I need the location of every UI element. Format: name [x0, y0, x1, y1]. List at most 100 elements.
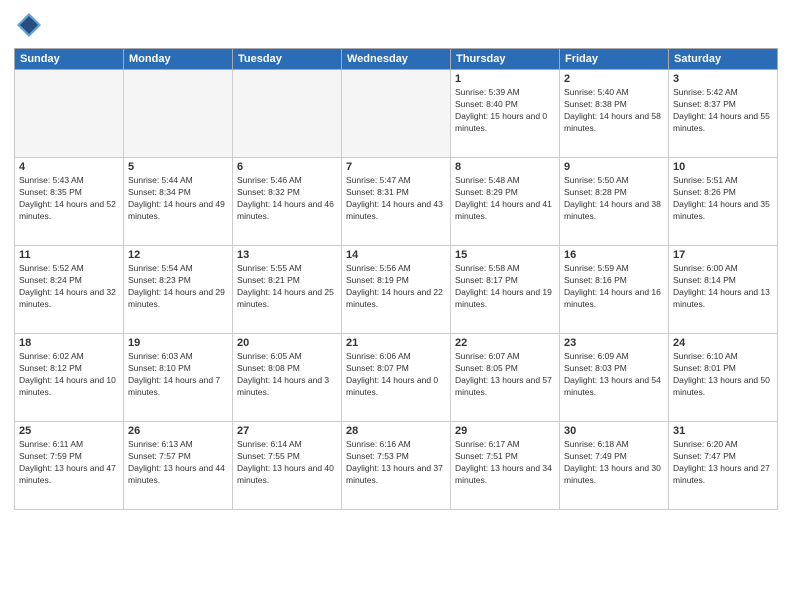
day-number: 19 — [128, 337, 228, 349]
day-info: Sunrise: 5:56 AMSunset: 8:19 PMDaylight:… — [346, 263, 446, 311]
week-row-3: 11 Sunrise: 5:52 AMSunset: 8:24 PMDayligh… — [15, 246, 778, 334]
calendar-cell: 27 Sunrise: 6:14 AMSunset: 7:55 PMDayligh… — [233, 422, 342, 510]
logo-icon — [14, 10, 44, 40]
day-info: Sunrise: 6:14 AMSunset: 7:55 PMDaylight:… — [237, 439, 337, 487]
header — [14, 10, 778, 40]
day-info: Sunrise: 6:17 AMSunset: 7:51 PMDaylight:… — [455, 439, 555, 487]
day-number: 23 — [564, 337, 664, 349]
day-number: 30 — [564, 425, 664, 437]
day-number: 27 — [237, 425, 337, 437]
calendar-cell: 30 Sunrise: 6:18 AMSunset: 7:49 PMDayligh… — [560, 422, 669, 510]
day-number: 2 — [564, 73, 664, 85]
calendar-cell: 24 Sunrise: 6:10 AMSunset: 8:01 PMDayligh… — [669, 334, 778, 422]
day-info: Sunrise: 5:55 AMSunset: 8:21 PMDaylight:… — [237, 263, 337, 311]
day-info: Sunrise: 6:06 AMSunset: 8:07 PMDaylight:… — [346, 351, 446, 399]
calendar-cell: 14 Sunrise: 5:56 AMSunset: 8:19 PMDayligh… — [342, 246, 451, 334]
calendar-cell: 4Sunrise: 5:43 AMSunset: 8:35 PMDaylight… — [15, 158, 124, 246]
day-number: 21 — [346, 337, 446, 349]
calendar-cell: 17 Sunrise: 6:00 AMSunset: 8:14 PMDayligh… — [669, 246, 778, 334]
day-info: Sunrise: 5:59 AMSunset: 8:16 PMDaylight:… — [564, 263, 664, 311]
day-number: 15 — [455, 249, 555, 261]
day-info: Sunrise: 6:05 AMSunset: 8:08 PMDaylight:… — [237, 351, 337, 399]
calendar-cell: 21 Sunrise: 6:06 AMSunset: 8:07 PMDayligh… — [342, 334, 451, 422]
day-number: 29 — [455, 425, 555, 437]
day-number: 20 — [237, 337, 337, 349]
page: SundayMondayTuesdayWednesdayThursdayFrid… — [0, 0, 792, 612]
day-info: Sunrise: 6:09 AMSunset: 8:03 PMDaylight:… — [564, 351, 664, 399]
day-info: Sunrise: 5:58 AMSunset: 8:17 PMDaylight:… — [455, 263, 555, 311]
calendar-cell — [342, 70, 451, 158]
calendar-cell: 22Sunrise: 6:07 AMSunset: 8:05 PMDayligh… — [451, 334, 560, 422]
day-number: 14 — [346, 249, 446, 261]
day-number: 16 — [564, 249, 664, 261]
day-number: 26 — [128, 425, 228, 437]
day-info: Sunrise: 6:07 AMSunset: 8:05 PMDaylight:… — [455, 351, 555, 399]
day-info: Sunrise: 6:18 AMSunset: 7:49 PMDaylight:… — [564, 439, 664, 487]
day-info: Sunrise: 5:40 AMSunset: 8:38 PMDaylight:… — [564, 87, 664, 135]
day-info: Sunrise: 5:48 AMSunset: 8:29 PMDaylight:… — [455, 175, 555, 223]
week-row-1: 1 Sunrise: 5:39 AMSunset: 8:40 PMDaylight… — [15, 70, 778, 158]
day-info: Sunrise: 5:39 AMSunset: 8:40 PMDaylight:… — [455, 87, 555, 135]
day-info: Sunrise: 6:10 AMSunset: 8:01 PMDaylight:… — [673, 351, 773, 399]
calendar-cell: 12Sunrise: 5:54 AMSunset: 8:23 PMDayligh… — [124, 246, 233, 334]
day-number: 8 — [455, 161, 555, 173]
weekday-header-sunday: Sunday — [15, 49, 124, 70]
day-number: 5 — [128, 161, 228, 173]
week-row-2: 4Sunrise: 5:43 AMSunset: 8:35 PMDaylight… — [15, 158, 778, 246]
calendar-cell: 29 Sunrise: 6:17 AMSunset: 7:51 PMDayligh… — [451, 422, 560, 510]
calendar-cell: 20 Sunrise: 6:05 AMSunset: 8:08 PMDayligh… — [233, 334, 342, 422]
logo — [14, 10, 48, 40]
calendar-cell: 19Sunrise: 6:03 AMSunset: 8:10 PMDayligh… — [124, 334, 233, 422]
day-number: 24 — [673, 337, 773, 349]
day-info: Sunrise: 6:11 AMSunset: 7:59 PMDaylight:… — [19, 439, 119, 487]
calendar-cell: 15 Sunrise: 5:58 AMSunset: 8:17 PMDayligh… — [451, 246, 560, 334]
day-number: 17 — [673, 249, 773, 261]
calendar-cell: 18 Sunrise: 6:02 AMSunset: 8:12 PMDayligh… — [15, 334, 124, 422]
calendar-cell — [124, 70, 233, 158]
calendar-cell: 2 Sunrise: 5:40 AMSunset: 8:38 PMDaylight… — [560, 70, 669, 158]
calendar-cell: 16 Sunrise: 5:59 AMSunset: 8:16 PMDayligh… — [560, 246, 669, 334]
calendar-cell: 8 Sunrise: 5:48 AMSunset: 8:29 PMDaylight… — [451, 158, 560, 246]
day-number: 28 — [346, 425, 446, 437]
day-info: Sunrise: 6:20 AMSunset: 7:47 PMDaylight:… — [673, 439, 773, 487]
day-number: 9 — [564, 161, 664, 173]
day-number: 7 — [346, 161, 446, 173]
day-number: 18 — [19, 337, 119, 349]
day-number: 3 — [673, 73, 773, 85]
day-info: Sunrise: 5:50 AMSunset: 8:28 PMDaylight:… — [564, 175, 664, 223]
calendar-table: SundayMondayTuesdayWednesdayThursdayFrid… — [14, 48, 778, 510]
day-info: Sunrise: 5:54 AMSunset: 8:23 PMDaylight:… — [128, 263, 228, 311]
calendar-cell: 23 Sunrise: 6:09 AMSunset: 8:03 PMDayligh… — [560, 334, 669, 422]
day-info: Sunrise: 6:13 AMSunset: 7:57 PMDaylight:… — [128, 439, 228, 487]
weekday-header-saturday: Saturday — [669, 49, 778, 70]
weekday-header-wednesday: Wednesday — [342, 49, 451, 70]
day-number: 6 — [237, 161, 337, 173]
weekday-header-monday: Monday — [124, 49, 233, 70]
day-info: Sunrise: 5:44 AMSunset: 8:34 PMDaylight:… — [128, 175, 228, 223]
calendar-cell: 7 Sunrise: 5:47 AMSunset: 8:31 PMDaylight… — [342, 158, 451, 246]
day-number: 11 — [19, 249, 119, 261]
day-info: Sunrise: 6:16 AMSunset: 7:53 PMDaylight:… — [346, 439, 446, 487]
calendar-cell: 25Sunrise: 6:11 AMSunset: 7:59 PMDayligh… — [15, 422, 124, 510]
week-row-5: 25Sunrise: 6:11 AMSunset: 7:59 PMDayligh… — [15, 422, 778, 510]
day-number: 4 — [19, 161, 119, 173]
day-number: 1 — [455, 73, 555, 85]
calendar-cell: 3Sunrise: 5:42 AMSunset: 8:37 PMDaylight… — [669, 70, 778, 158]
calendar-cell: 5 Sunrise: 5:44 AMSunset: 8:34 PMDaylight… — [124, 158, 233, 246]
calendar-cell: 28 Sunrise: 6:16 AMSunset: 7:53 PMDayligh… — [342, 422, 451, 510]
day-info: Sunrise: 5:51 AMSunset: 8:26 PMDaylight:… — [673, 175, 773, 223]
day-info: Sunrise: 5:52 AMSunset: 8:24 PMDaylight:… — [19, 263, 119, 311]
day-number: 31 — [673, 425, 773, 437]
day-info: Sunrise: 6:02 AMSunset: 8:12 PMDaylight:… — [19, 351, 119, 399]
day-info: Sunrise: 6:00 AMSunset: 8:14 PMDaylight:… — [673, 263, 773, 311]
weekday-header-thursday: Thursday — [451, 49, 560, 70]
weekday-header-friday: Friday — [560, 49, 669, 70]
weekday-header-tuesday: Tuesday — [233, 49, 342, 70]
calendar-cell: 11 Sunrise: 5:52 AMSunset: 8:24 PMDayligh… — [15, 246, 124, 334]
calendar-cell: 10Sunrise: 5:51 AMSunset: 8:26 PMDayligh… — [669, 158, 778, 246]
day-info: Sunrise: 5:47 AMSunset: 8:31 PMDaylight:… — [346, 175, 446, 223]
calendar-cell: 9 Sunrise: 5:50 AMSunset: 8:28 PMDaylight… — [560, 158, 669, 246]
calendar-cell — [233, 70, 342, 158]
calendar-cell: 26 Sunrise: 6:13 AMSunset: 7:57 PMDayligh… — [124, 422, 233, 510]
day-number: 13 — [237, 249, 337, 261]
